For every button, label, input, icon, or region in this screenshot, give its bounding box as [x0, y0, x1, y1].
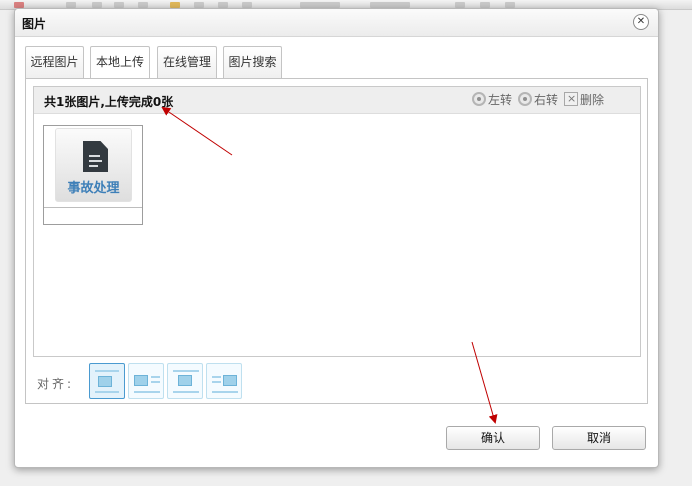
upload-panel: 共1张图片,上传完成0张 左转 右转 删除 — [25, 78, 648, 404]
align-right-button[interactable] — [206, 363, 242, 399]
uploaded-image-item[interactable]: 事故处理 — [43, 125, 143, 225]
tab-online-manage[interactable]: 在线管理 — [157, 46, 217, 79]
image-thumbnail: 事故处理 — [55, 128, 132, 202]
tab-remote-image[interactable]: 远程图片 — [25, 46, 84, 79]
document-icon — [83, 141, 108, 172]
cancel-button[interactable]: 取消 — [552, 426, 646, 450]
delete-icon — [564, 91, 578, 107]
upload-status-bar: 共1张图片,上传完成0张 左转 右转 删除 — [34, 87, 640, 114]
tab-local-upload[interactable]: 本地上传 — [90, 46, 150, 80]
align-center-icon — [178, 375, 192, 386]
close-icon[interactable]: ✕ — [633, 14, 649, 30]
dialog-title: 图片 — [22, 17, 47, 31]
align-left-button[interactable] — [128, 363, 164, 399]
image-operations: 左转 右转 删除 — [472, 91, 612, 108]
upload-status-text: 共1张图片,上传完成0张 — [44, 95, 174, 109]
delete-button[interactable]: 删除 — [564, 91, 605, 108]
tab-image-search[interactable]: 图片搜索 — [223, 46, 282, 79]
align-none-button[interactable] — [89, 363, 125, 399]
thumbnail-caption-divider — [44, 207, 142, 208]
align-center-button[interactable] — [167, 363, 203, 399]
rotate-right-label: 右转 — [534, 93, 559, 107]
align-label: 对齐: — [37, 377, 75, 391]
align-none-icon — [98, 376, 112, 387]
upload-list-area: 共1张图片,上传完成0张 左转 右转 删除 — [33, 86, 641, 357]
rotate-left-button[interactable]: 左转 — [472, 92, 512, 108]
confirm-button[interactable]: 确认 — [446, 426, 540, 450]
align-right-icon — [223, 375, 237, 386]
rotate-right-icon — [518, 92, 532, 106]
align-left-icon — [134, 375, 148, 386]
image-dialog: 图片 ✕ 远程图片 本地上传 在线管理 图片搜索 共1张图片,上传完成0张 左转… — [14, 8, 659, 468]
rotate-left-icon — [472, 92, 486, 106]
delete-label: 删除 — [580, 93, 605, 107]
thumbnail-label: 事故处理 — [67, 181, 120, 196]
dialog-titlebar: 图片 ✕ — [15, 9, 658, 37]
rotate-right-button[interactable]: 右转 — [518, 92, 558, 108]
rotate-left-label: 左转 — [488, 93, 513, 107]
